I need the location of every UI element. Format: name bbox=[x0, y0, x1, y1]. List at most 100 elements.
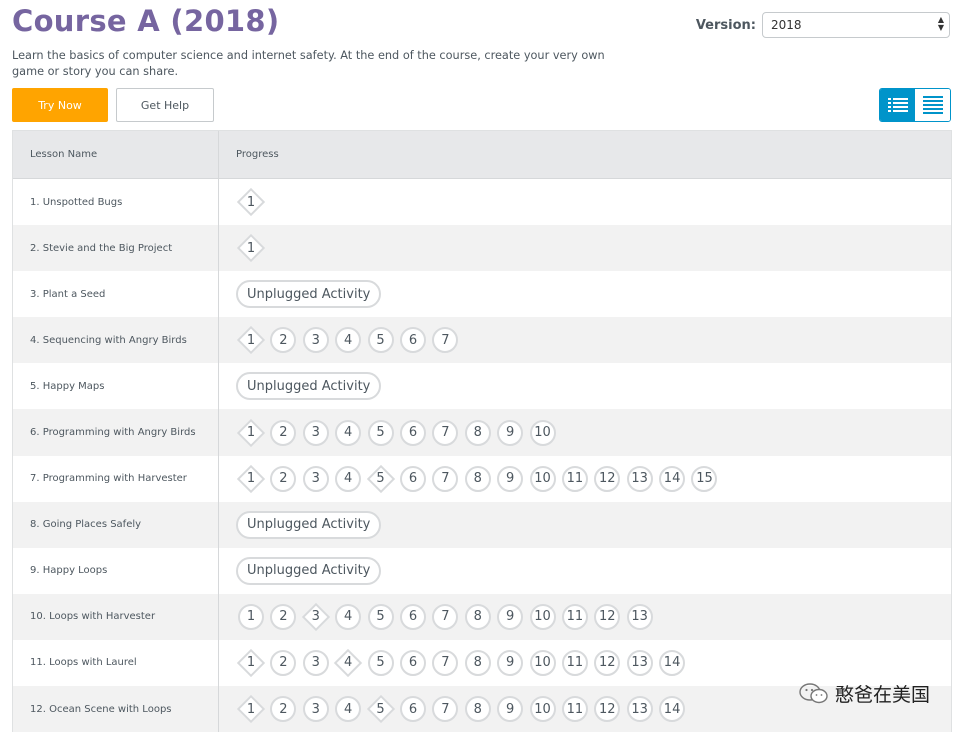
level-bubble[interactable]: 5 bbox=[367, 603, 394, 630]
level-bubble[interactable]: 2 bbox=[270, 327, 297, 354]
lesson-name[interactable]: 11. Loops with Laurel bbox=[13, 639, 219, 687]
level-bubble[interactable]: 6 bbox=[399, 696, 426, 723]
level-bubble[interactable]: 10 bbox=[529, 603, 556, 630]
level-bubble[interactable]: 4 bbox=[335, 327, 362, 354]
level-diamond-bubble[interactable]: 1 bbox=[236, 694, 266, 724]
level-bubble[interactable]: 1 bbox=[238, 603, 264, 630]
level-bubble[interactable]: 4 bbox=[335, 696, 362, 723]
level-bubble[interactable]: 11 bbox=[561, 649, 588, 676]
level-bubble[interactable]: 14 bbox=[659, 649, 686, 676]
level-bubble[interactable]: 5 bbox=[367, 419, 394, 446]
level-bubble[interactable]: 4 bbox=[335, 603, 362, 630]
lesson-name[interactable]: 6. Programming with Angry Birds bbox=[13, 409, 219, 456]
level-bubble[interactable]: 9 bbox=[497, 603, 524, 630]
level-bubble[interactable]: 5 bbox=[367, 649, 394, 676]
level-diamond-bubble[interactable]: 5 bbox=[366, 694, 395, 724]
level-diamond-bubble[interactable]: 1 bbox=[236, 326, 266, 355]
level-bubble[interactable]: 10 bbox=[529, 465, 556, 492]
level-bubble[interactable]: 9 bbox=[497, 649, 524, 676]
level-bubble[interactable]: 9 bbox=[497, 465, 524, 492]
level-bubble[interactable]: 13 bbox=[626, 603, 653, 630]
level-bubble[interactable]: 4 bbox=[335, 465, 362, 492]
level-diamond-bubble[interactable]: 4 bbox=[334, 648, 363, 678]
level-bubble[interactable]: 3 bbox=[302, 419, 329, 446]
level-bubble[interactable]: 13 bbox=[626, 465, 653, 492]
level-bubble[interactable]: 7 bbox=[432, 696, 459, 723]
level-bubble[interactable]: 2 bbox=[270, 603, 297, 630]
try-now-button[interactable]: Try Now bbox=[12, 88, 108, 122]
level-bubble[interactable]: 8 bbox=[464, 603, 491, 630]
level-bubble[interactable]: 12 bbox=[594, 649, 621, 676]
level-bubble[interactable]: 3 bbox=[302, 696, 329, 723]
lesson-name[interactable]: 10. Loops with Harvester bbox=[13, 593, 219, 640]
level-bubble[interactable]: 3 bbox=[302, 465, 329, 492]
level-bubble[interactable]: 7 bbox=[432, 327, 459, 354]
get-help-button[interactable]: Get Help bbox=[116, 88, 214, 122]
unplugged-activity-bubble[interactable]: Unplugged Activity bbox=[236, 372, 382, 401]
level-bubble[interactable]: 10 bbox=[529, 419, 556, 446]
level-bubble[interactable]: 3 bbox=[302, 649, 329, 676]
level-bubble[interactable]: 11 bbox=[561, 696, 588, 723]
version-select[interactable]: 2018 ▲ ▼ bbox=[762, 12, 950, 38]
level-number: 5 bbox=[376, 655, 385, 671]
level-bubble[interactable]: 11 bbox=[561, 603, 588, 630]
lesson-name[interactable]: 1. Unspotted Bugs bbox=[13, 179, 219, 226]
lesson-name[interactable]: 9. Happy Loops bbox=[13, 547, 219, 594]
level-bubble[interactable]: 8 bbox=[464, 649, 491, 676]
unplugged-activity-bubble[interactable]: Unplugged Activity bbox=[236, 510, 382, 539]
level-bubble[interactable]: 11 bbox=[561, 465, 588, 492]
unplugged-activity-bubble[interactable]: Unplugged Activity bbox=[236, 280, 382, 309]
level-bubble[interactable]: 15 bbox=[691, 465, 718, 492]
level-bubble[interactable]: 2 bbox=[270, 649, 297, 676]
level-bubble[interactable]: 2 bbox=[270, 419, 297, 446]
level-bubble[interactable]: 6 bbox=[399, 603, 426, 630]
progress-cell: Unplugged Activity bbox=[219, 548, 951, 594]
level-bubble[interactable]: 8 bbox=[464, 419, 491, 446]
detail-view-button[interactable] bbox=[915, 89, 950, 121]
table-row: 4. Sequencing with Angry Birds 1 2 3 4 5 6 7 bbox=[13, 317, 951, 364]
lesson-name[interactable]: 4. Sequencing with Angry Birds bbox=[13, 317, 219, 364]
level-diamond-bubble[interactable]: 3 bbox=[301, 602, 330, 632]
level-bubble[interactable]: 6 bbox=[399, 419, 426, 446]
level-bubble[interactable]: 7 bbox=[432, 465, 459, 492]
level-bubble[interactable]: 7 bbox=[432, 603, 459, 630]
level-bubble[interactable]: 12 bbox=[594, 696, 621, 723]
table-row: 8. Going Places Safely Unplugged Activity bbox=[13, 501, 951, 548]
level-bubble[interactable]: 12 bbox=[594, 603, 621, 630]
level-diamond-bubble[interactable]: 1 bbox=[236, 187, 266, 217]
level-bubble[interactable]: 13 bbox=[626, 696, 653, 723]
level-diamond-bubble[interactable]: 1 bbox=[236, 648, 266, 678]
level-diamond-bubble[interactable]: 1 bbox=[236, 233, 266, 263]
level-bubble[interactable]: 4 bbox=[335, 419, 362, 446]
lesson-name[interactable]: 12. Ocean Scene with Loops bbox=[13, 686, 219, 733]
level-bubble[interactable]: 8 bbox=[464, 696, 491, 723]
list-view-button[interactable] bbox=[880, 89, 915, 121]
lesson-name[interactable]: 8. Going Places Safely bbox=[13, 501, 219, 548]
level-bubble[interactable]: 8 bbox=[464, 465, 491, 492]
lesson-name[interactable]: 2. Stevie and the Big Project bbox=[13, 225, 219, 272]
level-diamond-bubble[interactable]: 5 bbox=[366, 464, 395, 493]
level-diamond-bubble[interactable]: 1 bbox=[236, 464, 266, 493]
level-bubble[interactable]: 9 bbox=[497, 696, 524, 723]
level-bubble[interactable]: 6 bbox=[399, 327, 426, 354]
level-bubble[interactable]: 12 bbox=[594, 465, 621, 492]
level-diamond-bubble[interactable]: 1 bbox=[236, 418, 266, 447]
level-bubble[interactable]: 2 bbox=[270, 696, 297, 723]
lesson-name[interactable]: 3. Plant a Seed bbox=[13, 271, 219, 318]
unplugged-activity-bubble[interactable]: Unplugged Activity bbox=[236, 556, 382, 585]
level-bubble[interactable]: 10 bbox=[529, 696, 556, 723]
level-bubble[interactable]: 9 bbox=[497, 419, 524, 446]
level-bubble[interactable]: 7 bbox=[432, 419, 459, 446]
level-bubble[interactable]: 2 bbox=[270, 465, 297, 492]
level-bubble[interactable]: 14 bbox=[659, 696, 686, 723]
lesson-name[interactable]: 7. Programming with Harvester bbox=[13, 455, 219, 502]
level-bubble[interactable]: 13 bbox=[626, 649, 653, 676]
level-bubble[interactable]: 6 bbox=[399, 649, 426, 676]
level-bubble[interactable]: 10 bbox=[529, 649, 556, 676]
lesson-name[interactable]: 5. Happy Maps bbox=[13, 363, 219, 410]
level-bubble[interactable]: 7 bbox=[432, 649, 459, 676]
level-bubble[interactable]: 14 bbox=[659, 465, 686, 492]
level-bubble[interactable]: 5 bbox=[367, 327, 394, 354]
level-bubble[interactable]: 6 bbox=[399, 465, 426, 492]
level-bubble[interactable]: 3 bbox=[302, 327, 329, 354]
